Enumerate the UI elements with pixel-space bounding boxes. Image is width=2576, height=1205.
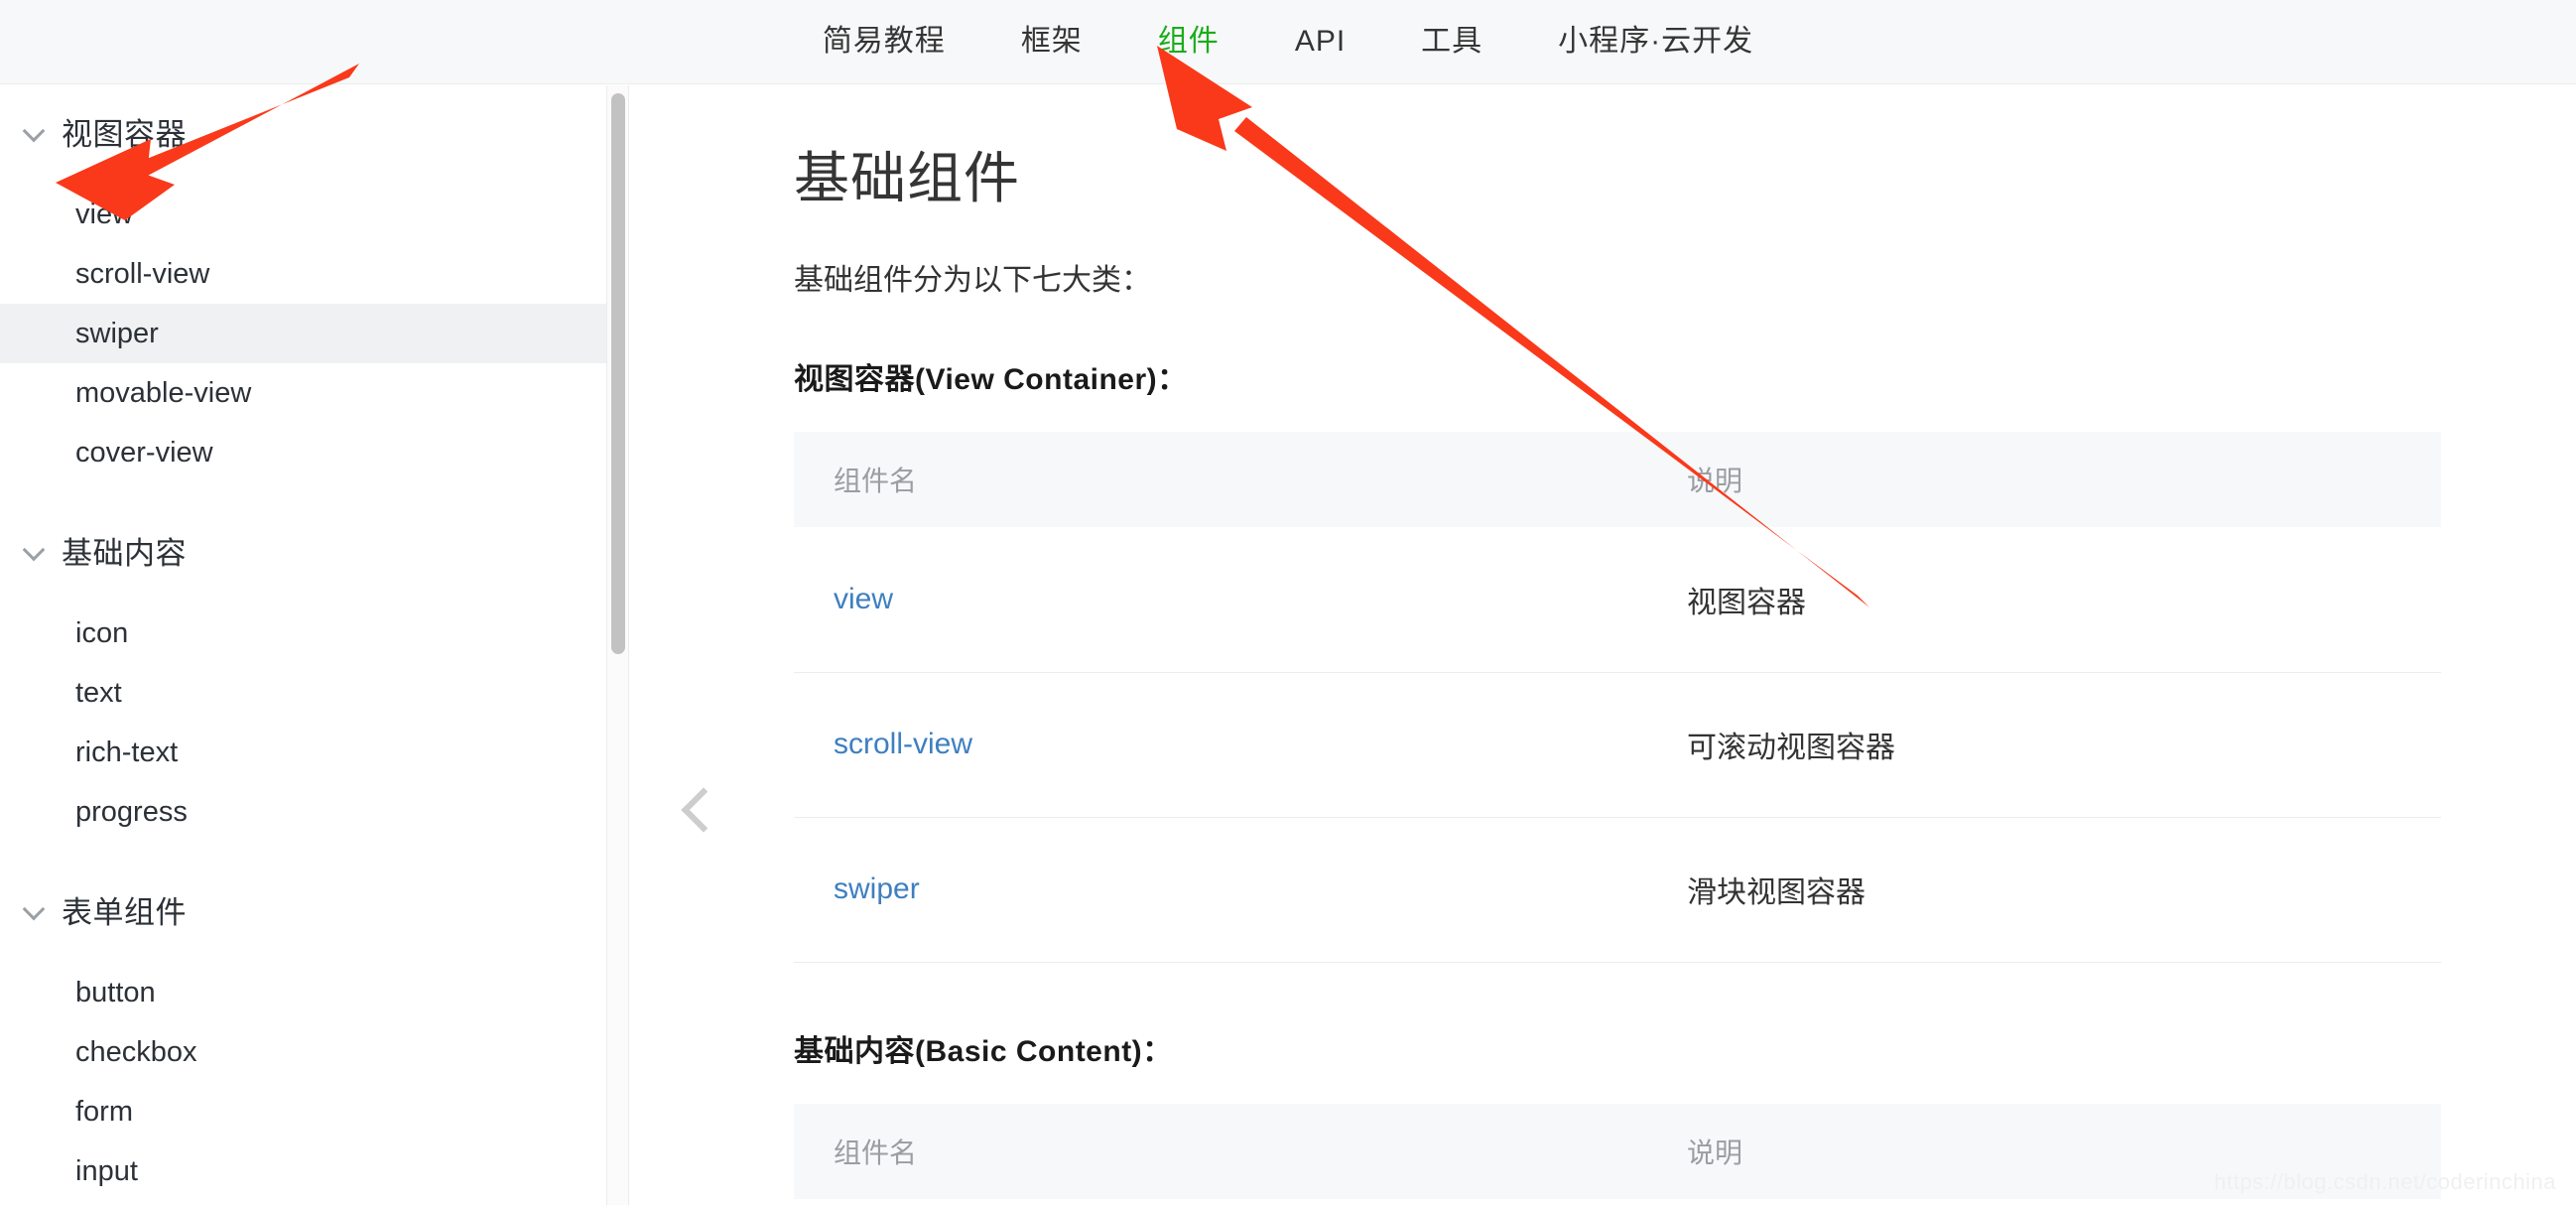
cell-component-name: scroll-view	[794, 672, 1647, 817]
table-row: icon 图标	[794, 1199, 2441, 1205]
sidebar-item-form[interactable]: form	[0, 1082, 606, 1141]
sidebar-inner: 视图容器 view scroll-view swiper movable-vie…	[0, 85, 606, 1201]
doc-body: 基础组件 基础组件分为以下七大类： 视图容器(View Container)： …	[630, 85, 2576, 1205]
component-link-swiper[interactable]: swiper	[834, 872, 920, 905]
sidebar: 视图容器 view scroll-view swiper movable-vie…	[0, 85, 607, 1205]
sidebar-collapse-chevron-left-icon[interactable]	[670, 780, 729, 840]
spacer	[0, 586, 606, 603]
component-link-view[interactable]: view	[834, 583, 893, 615]
cell-description: 可滚动视图容器	[1647, 672, 2441, 817]
sidebar-item-icon[interactable]: icon	[0, 603, 606, 663]
nav-item-components[interactable]: 组件	[1120, 0, 1257, 83]
sidebar-item-swiper[interactable]: swiper	[0, 304, 606, 363]
table-row: view 视图容器	[794, 527, 2441, 672]
cell-description: 图标	[1647, 1199, 2441, 1205]
page-title: 基础组件	[794, 145, 2576, 211]
cell-component-name: icon	[794, 1199, 1647, 1205]
cell-component-name: swiper	[794, 817, 1647, 962]
nav-item-api[interactable]: API	[1257, 0, 1383, 83]
sidebar-group-basic-content[interactable]: 基础内容	[0, 514, 606, 586]
sidebar-group-label: 视图容器	[62, 109, 187, 154]
nav-list: 简易教程 框架 组件 API 工具 小程序·云开发	[785, 0, 1791, 83]
sidebar-item-rich-text[interactable]: rich-text	[0, 723, 606, 782]
sidebar-group-form-components[interactable]: 表单组件	[0, 873, 606, 945]
spacer	[0, 945, 606, 963]
cell-component-name: view	[794, 527, 1647, 672]
intro-paragraph: 基础组件分为以下七大类：	[794, 257, 2576, 305]
nav-item-cloud-dev[interactable]: 小程序·云开发	[1520, 0, 1791, 83]
table-header-row: 组件名 说明	[794, 1104, 2441, 1199]
sidebar-item-button[interactable]: button	[0, 963, 606, 1022]
section-title-view-container: 视图容器(View Container)：	[794, 354, 2576, 398]
sidebar-item-input[interactable]: input	[0, 1141, 606, 1201]
sidebar-group-label: 基础内容	[62, 528, 187, 573]
table-basic-content: 组件名 说明 icon 图标	[794, 1104, 2441, 1205]
spacer	[0, 842, 606, 873]
spacer	[0, 167, 606, 185]
watermark-url: https://blog.csdn.net/coderinchina	[2214, 1169, 2556, 1195]
table-row: scroll-view 可滚动视图容器	[794, 672, 2441, 817]
spacer	[0, 482, 606, 514]
sidebar-item-text[interactable]: text	[0, 663, 606, 723]
sidebar-group-label: 表单组件	[62, 887, 187, 932]
nav-item-tutorial[interactable]: 简易教程	[785, 0, 983, 83]
sidebar-item-checkbox[interactable]: checkbox	[0, 1022, 606, 1082]
sidebar-item-movable-view[interactable]: movable-view	[0, 363, 606, 423]
main-content: 基础组件 基础组件分为以下七大类： 视图容器(View Container)： …	[630, 85, 2576, 1205]
sidebar-item-view[interactable]: view	[0, 185, 606, 244]
table-view-container: 组件名 说明 view 视图容器 scroll-view 可滚动视图容器 swi…	[794, 432, 2441, 963]
sidebar-item-cover-view[interactable]: cover-view	[0, 423, 606, 482]
column-header-component-name: 组件名	[794, 1104, 1647, 1199]
sidebar-scrollbar-track[interactable]	[607, 85, 629, 1205]
nav-item-framework[interactable]: 框架	[983, 0, 1120, 83]
table-header-row: 组件名 说明	[794, 432, 2441, 527]
cell-description: 滑块视图容器	[1647, 817, 2441, 962]
component-link-scroll-view[interactable]: scroll-view	[834, 728, 972, 760]
chevron-down-icon	[22, 537, 48, 563]
section-title-basic-content: 基础内容(Basic Content)：	[794, 1026, 2576, 1070]
sidebar-item-progress[interactable]: progress	[0, 782, 606, 842]
sidebar-group-view-container[interactable]: 视图容器	[0, 95, 606, 167]
chevron-down-icon	[22, 896, 48, 922]
chevron-down-icon	[22, 118, 48, 144]
column-header-description: 说明	[1647, 432, 2441, 527]
nav-item-tools[interactable]: 工具	[1383, 0, 1520, 83]
page-root: 简易教程 框架 组件 API 工具 小程序·云开发 视图容器 view scro…	[0, 0, 2576, 1205]
column-header-component-name: 组件名	[794, 432, 1647, 527]
top-navigation-bar: 简易教程 框架 组件 API 工具 小程序·云开发	[0, 0, 2576, 84]
sidebar-item-scroll-view[interactable]: scroll-view	[0, 244, 606, 304]
sidebar-scrollbar-thumb[interactable]	[611, 93, 625, 654]
cell-description: 视图容器	[1647, 527, 2441, 672]
table-row: swiper 滑块视图容器	[794, 817, 2441, 962]
